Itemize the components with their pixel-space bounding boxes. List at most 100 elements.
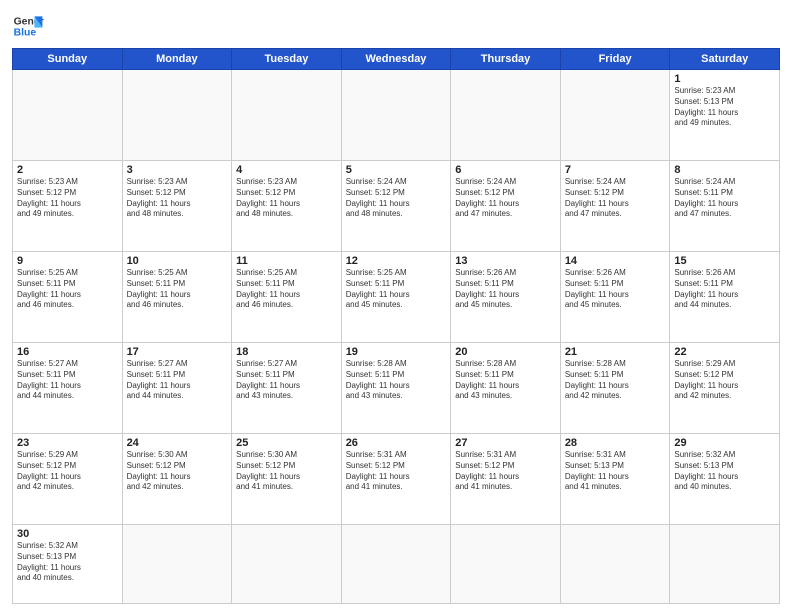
- day-info: Sunrise: 5:24 AM Sunset: 5:12 PM Dayligh…: [455, 177, 556, 220]
- day-info: Sunrise: 5:32 AM Sunset: 5:13 PM Dayligh…: [674, 450, 775, 493]
- day-number: 8: [674, 164, 775, 176]
- svg-text:Blue: Blue: [14, 28, 37, 39]
- logo-icon: General Blue: [12, 10, 44, 42]
- weekday-header-tuesday: Tuesday: [232, 49, 342, 70]
- calendar-cell: 21Sunrise: 5:28 AM Sunset: 5:11 PM Dayli…: [560, 343, 670, 434]
- day-number: 16: [17, 346, 118, 358]
- day-info: Sunrise: 5:27 AM Sunset: 5:11 PM Dayligh…: [236, 359, 337, 402]
- day-number: 21: [565, 346, 666, 358]
- day-number: 13: [455, 255, 556, 267]
- day-info: Sunrise: 5:32 AM Sunset: 5:13 PM Dayligh…: [17, 541, 118, 584]
- calendar-cell: [451, 525, 561, 604]
- page: General Blue SundayMondayTuesdayWednesda…: [0, 0, 792, 612]
- day-number: 11: [236, 255, 337, 267]
- day-number: 23: [17, 437, 118, 449]
- day-number: 20: [455, 346, 556, 358]
- logo: General Blue: [12, 10, 44, 42]
- day-number: 10: [127, 255, 228, 267]
- calendar-week-row: 30Sunrise: 5:32 AM Sunset: 5:13 PM Dayli…: [13, 525, 780, 604]
- calendar-cell: 28Sunrise: 5:31 AM Sunset: 5:13 PM Dayli…: [560, 434, 670, 525]
- calendar-cell: 27Sunrise: 5:31 AM Sunset: 5:12 PM Dayli…: [451, 434, 561, 525]
- day-info: Sunrise: 5:30 AM Sunset: 5:12 PM Dayligh…: [236, 450, 337, 493]
- calendar-cell: 10Sunrise: 5:25 AM Sunset: 5:11 PM Dayli…: [122, 252, 232, 343]
- calendar-cell: 17Sunrise: 5:27 AM Sunset: 5:11 PM Dayli…: [122, 343, 232, 434]
- calendar-cell: 22Sunrise: 5:29 AM Sunset: 5:12 PM Dayli…: [670, 343, 780, 434]
- calendar-week-row: 9Sunrise: 5:25 AM Sunset: 5:11 PM Daylig…: [13, 252, 780, 343]
- day-number: 4: [236, 164, 337, 176]
- weekday-header-wednesday: Wednesday: [341, 49, 451, 70]
- calendar-cell: 19Sunrise: 5:28 AM Sunset: 5:11 PM Dayli…: [341, 343, 451, 434]
- day-info: Sunrise: 5:30 AM Sunset: 5:12 PM Dayligh…: [127, 450, 228, 493]
- calendar-cell: [13, 70, 123, 161]
- day-info: Sunrise: 5:23 AM Sunset: 5:12 PM Dayligh…: [236, 177, 337, 220]
- calendar-cell: 3Sunrise: 5:23 AM Sunset: 5:12 PM Daylig…: [122, 161, 232, 252]
- day-info: Sunrise: 5:24 AM Sunset: 5:11 PM Dayligh…: [674, 177, 775, 220]
- day-number: 27: [455, 437, 556, 449]
- calendar-week-row: 16Sunrise: 5:27 AM Sunset: 5:11 PM Dayli…: [13, 343, 780, 434]
- day-number: 9: [17, 255, 118, 267]
- calendar-cell: 25Sunrise: 5:30 AM Sunset: 5:12 PM Dayli…: [232, 434, 342, 525]
- day-info: Sunrise: 5:23 AM Sunset: 5:12 PM Dayligh…: [17, 177, 118, 220]
- calendar-cell: 6Sunrise: 5:24 AM Sunset: 5:12 PM Daylig…: [451, 161, 561, 252]
- day-number: 2: [17, 164, 118, 176]
- day-number: 12: [346, 255, 447, 267]
- day-number: 26: [346, 437, 447, 449]
- weekday-header-friday: Friday: [560, 49, 670, 70]
- weekday-header-saturday: Saturday: [670, 49, 780, 70]
- calendar-cell: [341, 525, 451, 604]
- calendar-week-row: 1Sunrise: 5:23 AM Sunset: 5:13 PM Daylig…: [13, 70, 780, 161]
- day-info: Sunrise: 5:29 AM Sunset: 5:12 PM Dayligh…: [17, 450, 118, 493]
- day-info: Sunrise: 5:23 AM Sunset: 5:12 PM Dayligh…: [127, 177, 228, 220]
- calendar-cell: 16Sunrise: 5:27 AM Sunset: 5:11 PM Dayli…: [13, 343, 123, 434]
- day-info: Sunrise: 5:25 AM Sunset: 5:11 PM Dayligh…: [127, 268, 228, 311]
- calendar-cell: [232, 70, 342, 161]
- day-number: 6: [455, 164, 556, 176]
- calendar-cell: 2Sunrise: 5:23 AM Sunset: 5:12 PM Daylig…: [13, 161, 123, 252]
- calendar-cell: 12Sunrise: 5:25 AM Sunset: 5:11 PM Dayli…: [341, 252, 451, 343]
- day-number: 1: [674, 73, 775, 85]
- day-info: Sunrise: 5:27 AM Sunset: 5:11 PM Dayligh…: [127, 359, 228, 402]
- header: General Blue: [12, 10, 780, 42]
- day-info: Sunrise: 5:23 AM Sunset: 5:13 PM Dayligh…: [674, 86, 775, 129]
- calendar-cell: [341, 70, 451, 161]
- day-number: 22: [674, 346, 775, 358]
- day-number: 24: [127, 437, 228, 449]
- day-number: 15: [674, 255, 775, 267]
- day-number: 30: [17, 528, 118, 540]
- calendar-cell: [232, 525, 342, 604]
- day-info: Sunrise: 5:29 AM Sunset: 5:12 PM Dayligh…: [674, 359, 775, 402]
- calendar-table: SundayMondayTuesdayWednesdayThursdayFrid…: [12, 48, 780, 604]
- day-number: 29: [674, 437, 775, 449]
- day-info: Sunrise: 5:25 AM Sunset: 5:11 PM Dayligh…: [17, 268, 118, 311]
- day-info: Sunrise: 5:25 AM Sunset: 5:11 PM Dayligh…: [346, 268, 447, 311]
- day-number: 17: [127, 346, 228, 358]
- calendar-cell: [560, 525, 670, 604]
- day-info: Sunrise: 5:24 AM Sunset: 5:12 PM Dayligh…: [346, 177, 447, 220]
- weekday-header-thursday: Thursday: [451, 49, 561, 70]
- day-number: 19: [346, 346, 447, 358]
- calendar-cell: 11Sunrise: 5:25 AM Sunset: 5:11 PM Dayli…: [232, 252, 342, 343]
- calendar-cell: 26Sunrise: 5:31 AM Sunset: 5:12 PM Dayli…: [341, 434, 451, 525]
- weekday-header-sunday: Sunday: [13, 49, 123, 70]
- calendar-cell: 24Sunrise: 5:30 AM Sunset: 5:12 PM Dayli…: [122, 434, 232, 525]
- day-info: Sunrise: 5:26 AM Sunset: 5:11 PM Dayligh…: [674, 268, 775, 311]
- calendar-cell: 14Sunrise: 5:26 AM Sunset: 5:11 PM Dayli…: [560, 252, 670, 343]
- day-info: Sunrise: 5:28 AM Sunset: 5:11 PM Dayligh…: [565, 359, 666, 402]
- weekday-header-row: SundayMondayTuesdayWednesdayThursdayFrid…: [13, 49, 780, 70]
- calendar-cell: 1Sunrise: 5:23 AM Sunset: 5:13 PM Daylig…: [670, 70, 780, 161]
- calendar-cell: 29Sunrise: 5:32 AM Sunset: 5:13 PM Dayli…: [670, 434, 780, 525]
- calendar-cell: [122, 70, 232, 161]
- calendar-cell: 23Sunrise: 5:29 AM Sunset: 5:12 PM Dayli…: [13, 434, 123, 525]
- calendar-cell: 20Sunrise: 5:28 AM Sunset: 5:11 PM Dayli…: [451, 343, 561, 434]
- day-number: 18: [236, 346, 337, 358]
- calendar-cell: [670, 525, 780, 604]
- day-number: 5: [346, 164, 447, 176]
- day-info: Sunrise: 5:27 AM Sunset: 5:11 PM Dayligh…: [17, 359, 118, 402]
- calendar-week-row: 23Sunrise: 5:29 AM Sunset: 5:12 PM Dayli…: [13, 434, 780, 525]
- calendar-cell: 9Sunrise: 5:25 AM Sunset: 5:11 PM Daylig…: [13, 252, 123, 343]
- calendar-cell: 15Sunrise: 5:26 AM Sunset: 5:11 PM Dayli…: [670, 252, 780, 343]
- calendar-cell: [560, 70, 670, 161]
- day-info: Sunrise: 5:31 AM Sunset: 5:13 PM Dayligh…: [565, 450, 666, 493]
- day-number: 28: [565, 437, 666, 449]
- calendar-cell: 13Sunrise: 5:26 AM Sunset: 5:11 PM Dayli…: [451, 252, 561, 343]
